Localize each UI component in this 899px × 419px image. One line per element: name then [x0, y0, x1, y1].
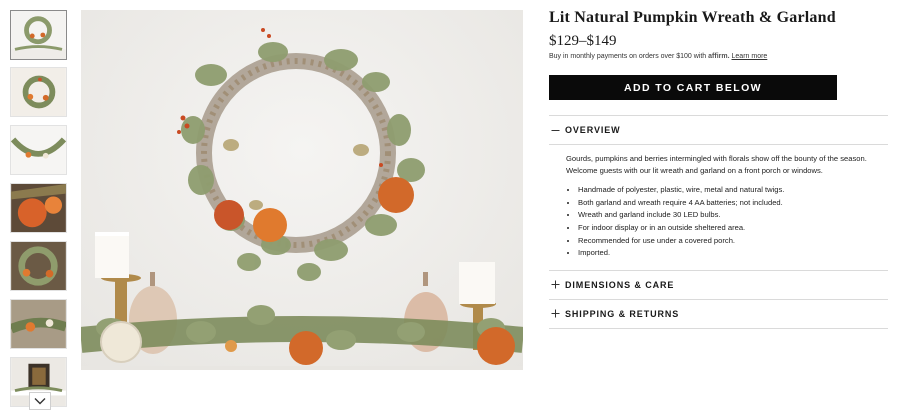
feature-item: Both garland and wreath require 4 AA bat… — [578, 197, 878, 210]
product-info: Lit Natural Pumpkin Wreath & Garland $12… — [549, 8, 888, 329]
thumbnail-garland-detail[interactable] — [10, 299, 67, 349]
shipping-toggle[interactable]: SHIPPING & RETURNS — [549, 300, 888, 328]
product-price: $129–$149 — [549, 33, 617, 49]
feature-item: Handmade of polyester, plastic, wire, me… — [578, 184, 878, 197]
feature-item: For indoor display or in an outside shel… — [578, 222, 878, 235]
shipping-section: SHIPPING & RETURNS — [549, 298, 888, 328]
section-divider — [549, 327, 888, 329]
dimensions-section: DIMENSIONS & CARE — [549, 269, 888, 299]
thumbnail-pumpkin-closeup[interactable] — [10, 183, 67, 233]
plus-icon — [549, 309, 565, 318]
feature-item: Wreath and garland include 30 LED bulbs. — [578, 209, 878, 222]
overview-description: Gourds, pumpkins and berries intermingle… — [566, 154, 867, 175]
chevron-down-icon — [34, 398, 46, 405]
thumbnail-garland[interactable] — [10, 125, 67, 175]
plus-icon — [549, 280, 565, 289]
thumbnail-wreath-door[interactable] — [10, 67, 67, 117]
thumbnail-scroll-down-button[interactable] — [29, 392, 51, 410]
overview-heading: OVERVIEW — [565, 125, 621, 135]
dimensions-toggle[interactable]: DIMENSIONS & CARE — [549, 271, 888, 299]
overview-toggle[interactable]: OVERVIEW — [549, 116, 888, 144]
thumbnail-wreath-detail[interactable] — [10, 241, 67, 291]
add-to-cart-button[interactable]: ADD TO CART BELOW — [549, 75, 837, 100]
affirm-text: Buy in monthly payments on orders over $… — [549, 53, 707, 60]
feature-item: Recommended for use under a covered porc… — [578, 235, 878, 248]
product-title: Lit Natural Pumpkin Wreath & Garland — [549, 9, 836, 26]
affirm-promo: Buy in monthly payments on orders over $… — [549, 53, 888, 60]
overview-content: Gourds, pumpkins and berries intermingle… — [549, 144, 888, 270]
overview-section: OVERVIEW Gourds, pumpkins and berries in… — [549, 115, 888, 270]
thumbnail-wreath-full[interactable] — [10, 10, 67, 60]
affirm-learn-more-link[interactable]: Learn more — [732, 53, 768, 60]
feature-list: Handmade of polyester, plastic, wire, me… — [566, 184, 878, 260]
main-product-image — [81, 10, 523, 407]
shipping-heading: SHIPPING & RETURNS — [565, 308, 680, 319]
dimensions-heading: DIMENSIONS & CARE — [565, 279, 675, 290]
minus-icon — [549, 126, 565, 135]
feature-item: Imported. — [578, 247, 878, 260]
affirm-logo: affirm. — [708, 53, 730, 60]
